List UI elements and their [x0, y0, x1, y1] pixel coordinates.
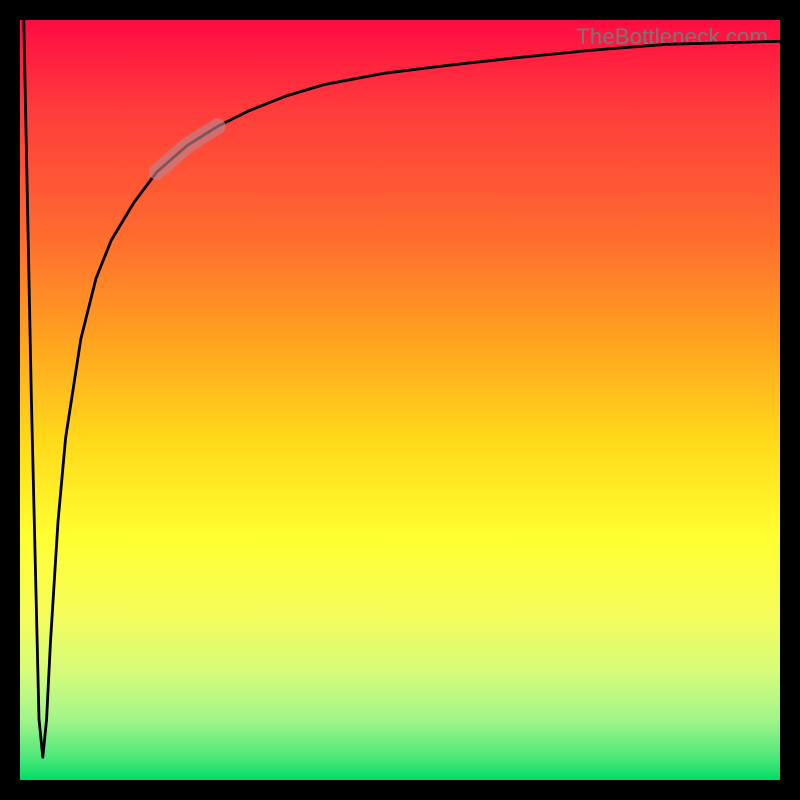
highlight-segment-path	[157, 126, 218, 172]
bottleneck-curve-path	[24, 20, 780, 757]
plot-area: TheBottleneck.com	[20, 20, 780, 780]
chart-frame: TheBottleneck.com	[0, 0, 800, 800]
curve-layer	[20, 20, 780, 780]
